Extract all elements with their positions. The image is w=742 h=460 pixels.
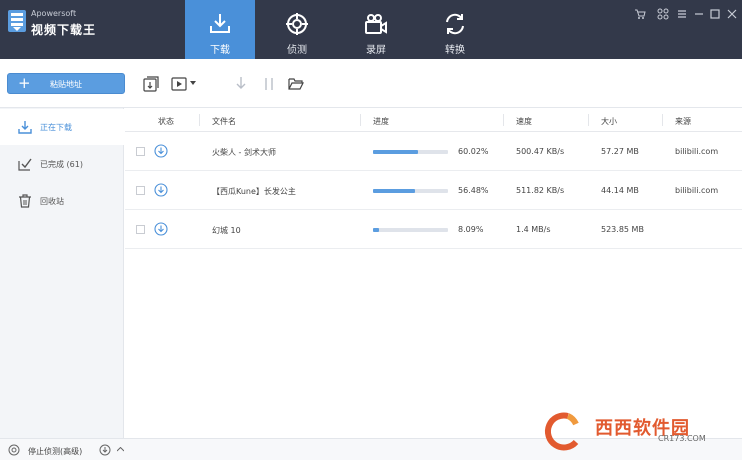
progress-fill bbox=[373, 228, 380, 232]
progress-bar bbox=[373, 228, 448, 232]
convert-icon bbox=[446, 13, 464, 35]
download-speed: 1.4 MB/s bbox=[516, 225, 551, 234]
app-title: 视频下载王 bbox=[31, 23, 97, 37]
camera-icon bbox=[365, 14, 387, 34]
column-header-size[interactable]: 大小 bbox=[601, 116, 617, 127]
settings-icon[interactable] bbox=[676, 8, 688, 20]
download-status-icon[interactable] bbox=[154, 222, 168, 236]
column-header-speed[interactable]: 速度 bbox=[516, 116, 532, 127]
column-divider bbox=[503, 114, 504, 126]
cart-icon[interactable] bbox=[634, 8, 646, 20]
file-name: 火柴人 - 剑术大师 bbox=[212, 148, 276, 157]
tab-record[interactable]: 录屏 bbox=[341, 0, 411, 59]
column-header-filename[interactable]: 文件名 bbox=[212, 116, 236, 127]
tab-download-label: 下载 bbox=[210, 45, 230, 56]
file-name: 【西瓜Kune】长发公主 bbox=[212, 187, 296, 196]
sidebar: 正在下载 已完成 (61) 回收站 bbox=[0, 108, 124, 438]
download-icon bbox=[18, 121, 32, 134]
table-row[interactable]: 幻城 10 8.09% 1.4 MB/s 523.85 MB bbox=[125, 210, 742, 249]
table-row[interactable]: 【西瓜Kune】长发公主 56.48% 511.82 KB/s 44.14 MB… bbox=[125, 171, 742, 210]
sidebar-item-completed[interactable]: 已完成 (61) bbox=[0, 146, 124, 182]
paste-url-button[interactable]: + 粘贴地址 bbox=[7, 73, 125, 94]
close-icon[interactable] bbox=[726, 8, 738, 20]
tab-detect[interactable]: 侦测 bbox=[262, 0, 332, 59]
progress-fill bbox=[373, 150, 418, 154]
tab-download[interactable]: 下载 bbox=[185, 0, 255, 59]
watermark-subtext: CR173.COM bbox=[658, 434, 706, 443]
column-header-source[interactable]: 来源 bbox=[675, 116, 691, 127]
minimize-icon[interactable] bbox=[693, 8, 705, 20]
progress-text: 60.02% bbox=[458, 147, 489, 156]
maximize-icon[interactable] bbox=[709, 8, 721, 20]
file-size: 44.14 MB bbox=[601, 186, 639, 195]
checkmark-icon bbox=[18, 158, 32, 171]
file-size: 523.85 MB bbox=[601, 225, 644, 234]
brand-company: Apowersoft bbox=[31, 9, 77, 18]
detect-stop-icon[interactable] bbox=[8, 444, 20, 456]
sidebar-item-label: 已完成 (61) bbox=[40, 160, 83, 169]
apps-icon[interactable] bbox=[657, 8, 669, 20]
download-status-icon[interactable] bbox=[154, 183, 168, 197]
tab-convert-label: 转换 bbox=[445, 45, 465, 56]
row-checkbox[interactable] bbox=[136, 225, 145, 234]
download-speed: 500.47 KB/s bbox=[516, 147, 565, 156]
source-site: bilibili.com bbox=[675, 147, 719, 156]
table-row[interactable]: 火柴人 - 剑术大师 60.02% 500.47 KB/s 57.27 MB b… bbox=[125, 132, 742, 171]
progress-bar bbox=[373, 189, 448, 193]
sidebar-item-label: 正在下载 bbox=[40, 123, 72, 132]
chevron-down-icon[interactable] bbox=[190, 81, 196, 86]
title-bar: Apowersoft 视频下载王 下载 侦测 录屏 转换 bbox=[0, 0, 742, 59]
download-circle-icon[interactable] bbox=[99, 444, 111, 456]
progress-fill bbox=[373, 189, 416, 193]
tab-convert[interactable]: 转换 bbox=[420, 0, 490, 59]
pause-icon[interactable] bbox=[264, 77, 274, 91]
stop-detect-label[interactable]: 停止侦测(高级) bbox=[28, 446, 82, 457]
sidebar-item-label: 回收站 bbox=[40, 197, 64, 206]
progress-text: 8.09% bbox=[458, 225, 484, 234]
tab-record-label: 录屏 bbox=[366, 45, 386, 56]
table-header: 状态 文件名 进度 速度 大小 来源 bbox=[125, 108, 742, 132]
source-site: bilibili.com bbox=[675, 186, 719, 195]
column-header-status[interactable]: 状态 bbox=[158, 116, 174, 127]
column-divider bbox=[662, 114, 663, 126]
row-checkbox[interactable] bbox=[136, 186, 145, 195]
app-logo-icon bbox=[8, 10, 26, 32]
sidebar-item-downloading[interactable]: 正在下载 bbox=[0, 109, 124, 145]
column-header-progress[interactable]: 进度 bbox=[373, 116, 389, 127]
toolbar: + 粘贴地址 bbox=[0, 59, 742, 108]
chevron-up-icon[interactable] bbox=[117, 447, 124, 452]
folder-open-icon[interactable] bbox=[288, 77, 304, 91]
progress-bar bbox=[373, 150, 448, 154]
tab-detect-label: 侦测 bbox=[287, 45, 307, 56]
download-table: 状态 文件名 进度 速度 大小 来源 火柴人 - 剑术大师 60.02% 500… bbox=[125, 108, 742, 438]
column-divider bbox=[360, 114, 361, 126]
video-play-icon[interactable] bbox=[171, 76, 187, 92]
sidebar-item-recycle-bin[interactable]: 回收站 bbox=[0, 183, 124, 219]
download-status-icon[interactable] bbox=[154, 144, 168, 158]
progress-text: 56.48% bbox=[458, 186, 489, 195]
resume-download-icon[interactable] bbox=[235, 76, 247, 92]
download-queue-icon[interactable] bbox=[143, 76, 159, 92]
trash-icon bbox=[19, 194, 31, 208]
row-checkbox[interactable] bbox=[136, 147, 145, 156]
download-speed: 511.82 KB/s bbox=[516, 186, 565, 195]
file-name: 幻城 10 bbox=[212, 226, 241, 235]
column-divider bbox=[588, 114, 589, 126]
target-icon bbox=[286, 13, 308, 35]
download-tray-icon bbox=[210, 14, 230, 33]
column-divider bbox=[199, 114, 200, 126]
file-size: 57.27 MB bbox=[601, 147, 639, 156]
paste-url-label: 粘贴地址 bbox=[50, 80, 82, 89]
